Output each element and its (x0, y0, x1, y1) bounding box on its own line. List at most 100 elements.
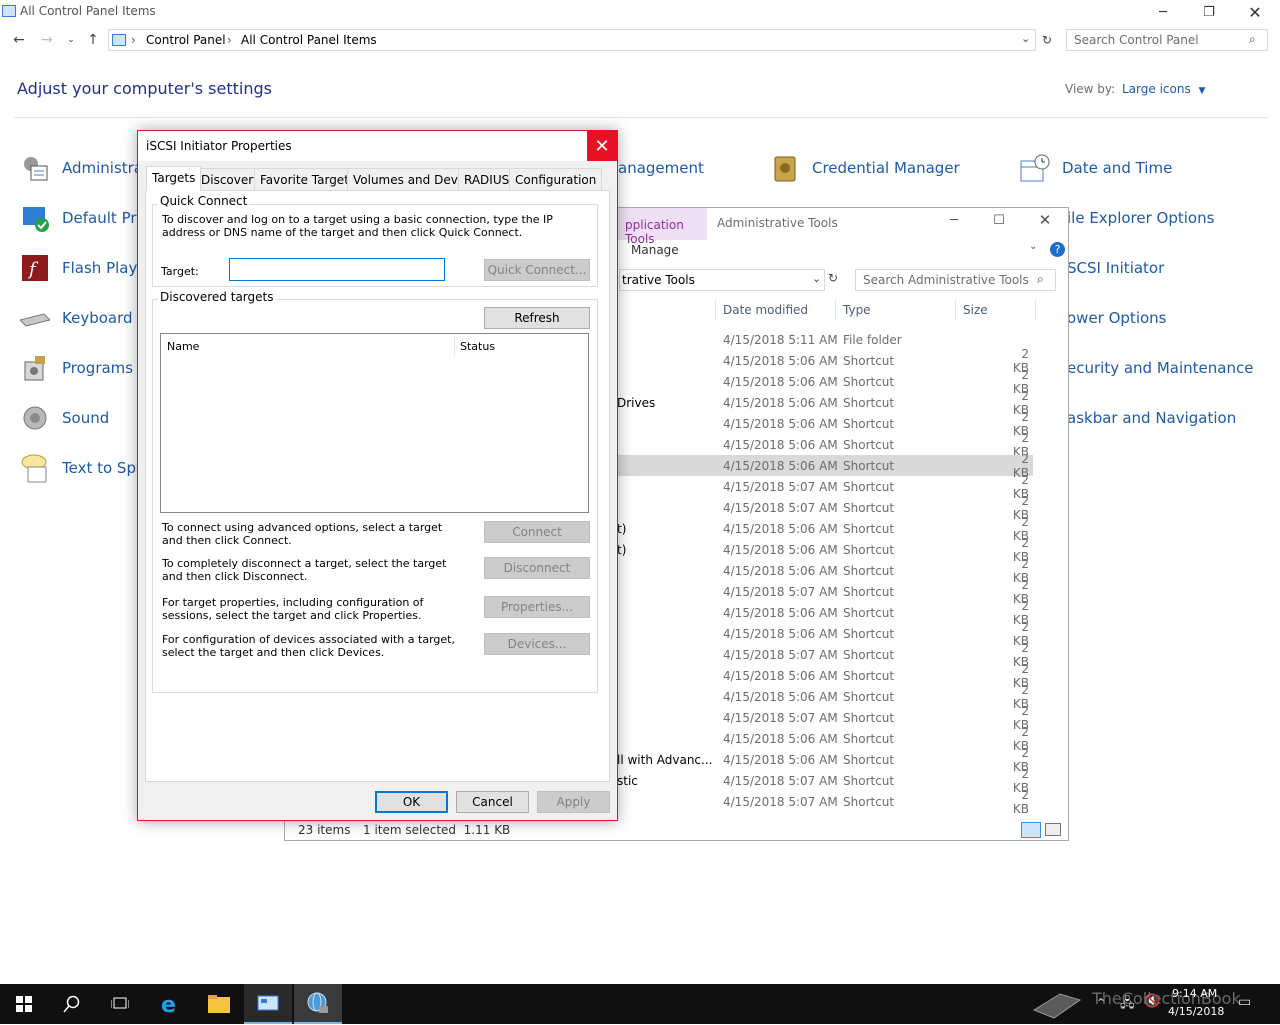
search-box[interactable]: Search Administrative Tools ⌕ (855, 269, 1056, 291)
folder-icon (208, 995, 230, 1013)
column-name[interactable]: Name (167, 340, 199, 353)
cp-item-date-time[interactable]: Date and Time (1020, 150, 1172, 186)
administrative-tools-icon (20, 153, 50, 183)
properties-button[interactable]: Properties... (484, 596, 590, 618)
refresh-button[interactable]: ↻ (1038, 30, 1056, 50)
address-dropdown-icon[interactable]: ⌄ (812, 272, 821, 285)
start-button[interactable] (0, 984, 48, 1024)
tab-radius[interactable]: RADIUS (458, 168, 516, 190)
column-size[interactable]: Size (963, 303, 988, 317)
cell-date: 4/15/2018 5:06 AM (723, 563, 838, 578)
address-dropdown-icon[interactable]: ⌄ (1021, 32, 1030, 45)
ribbon-context-tab[interactable]: pplication Tools (617, 208, 707, 246)
search-placeholder: Search Administrative Tools (863, 273, 1029, 287)
cell-name: ll with Advanc... (617, 752, 713, 767)
cell-type: Shortcut (843, 542, 895, 557)
tab-configuration[interactable]: Configuration (509, 168, 603, 190)
cp-item-taskbar-navigation[interactable]: askbar and Navigation (1067, 400, 1236, 436)
ribbon-manage-tab[interactable]: Manage (631, 243, 679, 257)
help-icon[interactable]: ? (1050, 242, 1065, 257)
maximize-button[interactable]: ☐ (976, 208, 1022, 232)
quick-connect-button[interactable]: Quick Connect... (484, 259, 590, 281)
cp-item-text-to-speech[interactable]: Text to Spe (20, 450, 145, 486)
column-type[interactable]: Type (843, 303, 871, 317)
close-icon: ✕ (1248, 2, 1262, 22)
cp-item-security-maintenance[interactable]: ecurity and Maintenance (1067, 350, 1253, 386)
minimize-button[interactable]: ─ (931, 208, 977, 232)
details-view-icon[interactable] (1021, 822, 1041, 838)
cell-date: 4/15/2018 5:06 AM (723, 374, 838, 389)
cp-item-color-management[interactable]: anagement (618, 150, 704, 186)
search-button[interactable] (48, 984, 96, 1024)
action-center-icon[interactable]: ▭ (1238, 994, 1251, 1010)
dialog-close-button[interactable]: ✕ (587, 131, 617, 161)
cell-name: t) (617, 542, 627, 557)
minimize-icon: ─ (950, 212, 958, 228)
column-status[interactable]: Status (460, 340, 495, 353)
clock-date[interactable]: 4/15/2018 (1168, 1005, 1224, 1018)
control-panel-taskbar-button[interactable] (244, 984, 292, 1024)
network-icon[interactable]: 🖧 (1120, 994, 1135, 1016)
cell-date: 4/15/2018 5:06 AM (723, 668, 838, 683)
cell-date: 4/15/2018 5:07 AM (723, 794, 838, 809)
cell-date: 4/15/2018 5:11 AM (723, 332, 838, 347)
targets-list[interactable]: Name Status (160, 333, 589, 513)
cp-item-default-programs[interactable]: Default Pro (20, 200, 145, 236)
ok-button[interactable]: OK (375, 791, 448, 813)
tab-targets[interactable]: Targets (146, 166, 202, 191)
back-arrow-icon: ← (13, 32, 25, 48)
devices-button[interactable]: Devices... (484, 633, 590, 655)
cp-item-file-explorer-options[interactable]: ile Explorer Options (1067, 200, 1214, 236)
forward-button[interactable]: → (38, 30, 56, 50)
iscsi-initiator-properties-dialog: iSCSI Initiator Properties ✕ Targets Dis… (137, 130, 618, 821)
connect-description: To connect using advanced options, selec… (162, 521, 443, 547)
clock-time[interactable]: 9:14 AM (1172, 987, 1217, 1000)
column-divider (454, 336, 455, 356)
quick-connect-label: Quick Connect (158, 194, 250, 208)
cp-item-sound[interactable]: Sound (20, 400, 109, 436)
close-button[interactable]: ✕ (1232, 0, 1278, 24)
file-explorer-button[interactable] (195, 984, 243, 1024)
cp-item-keyboard[interactable]: Keyboard (20, 300, 133, 336)
large-icons-view-icon[interactable] (1045, 823, 1061, 836)
breadcrumb-control-panel[interactable]: Control Panel (146, 33, 226, 47)
iscsi-taskbar-button[interactable] (294, 984, 342, 1024)
cp-item-programs[interactable]: Programs a (20, 350, 147, 386)
disconnect-button[interactable]: Disconnect (484, 557, 590, 579)
view-by-dropdown[interactable]: Large icons ▼ (1122, 82, 1205, 96)
target-input[interactable] (229, 258, 445, 281)
cell-type: Shortcut (843, 479, 895, 494)
devices-description: For configuration of devices associated … (162, 633, 455, 659)
cp-item-iscsi-initiator[interactable]: SCSI Initiator (1067, 250, 1164, 286)
back-button[interactable]: ← (10, 30, 28, 50)
connect-button[interactable]: Connect (484, 521, 590, 543)
search-placeholder: Search Control Panel (1074, 33, 1199, 47)
refresh-button[interactable]: Refresh (484, 307, 590, 329)
cp-item-credential-manager[interactable]: Credential Manager (770, 150, 960, 186)
globe-icon (307, 992, 328, 1013)
recent-locations-button[interactable]: ⌄ (62, 30, 80, 50)
cp-item-flash-player[interactable]: f Flash Playe (20, 250, 147, 286)
restore-button[interactable]: ❐ (1186, 0, 1232, 24)
breadcrumb-all-items[interactable]: All Control Panel Items (241, 33, 377, 47)
cancel-button[interactable]: Cancel (456, 791, 529, 813)
close-button[interactable]: ✕ (1022, 208, 1068, 232)
up-button[interactable]: ↑ (84, 30, 102, 50)
cp-item-power-options[interactable]: ower Options (1067, 300, 1167, 336)
show-hidden-icons[interactable]: ⌃ (1096, 996, 1106, 1010)
search-box[interactable]: Search Control Panel ⌕ (1066, 29, 1268, 51)
ribbon-expand-icon[interactable]: ⌄ (1029, 241, 1037, 252)
speech-icon (20, 453, 50, 483)
apply-button[interactable]: Apply (537, 791, 610, 813)
breadcrumb-separator-icon: › (131, 33, 136, 47)
refresh-icon[interactable]: ↻ (828, 271, 838, 285)
internet-explorer-button[interactable]: e (146, 984, 194, 1024)
address-bar[interactable]: › Control Panel › All Control Panel Item… (108, 29, 1036, 51)
minimize-button[interactable]: ─ (1140, 0, 1186, 24)
volume-icon[interactable]: 🔇 (1144, 994, 1160, 1009)
task-view-button[interactable] (96, 984, 144, 1024)
address-bar[interactable]: trative Tools ⌄ (619, 269, 825, 291)
cp-item-administrative-tools[interactable]: Administra (20, 150, 143, 186)
tab-favorite-targets[interactable]: Favorite Targets (254, 168, 362, 190)
column-date-modified[interactable]: Date modified (723, 303, 808, 317)
